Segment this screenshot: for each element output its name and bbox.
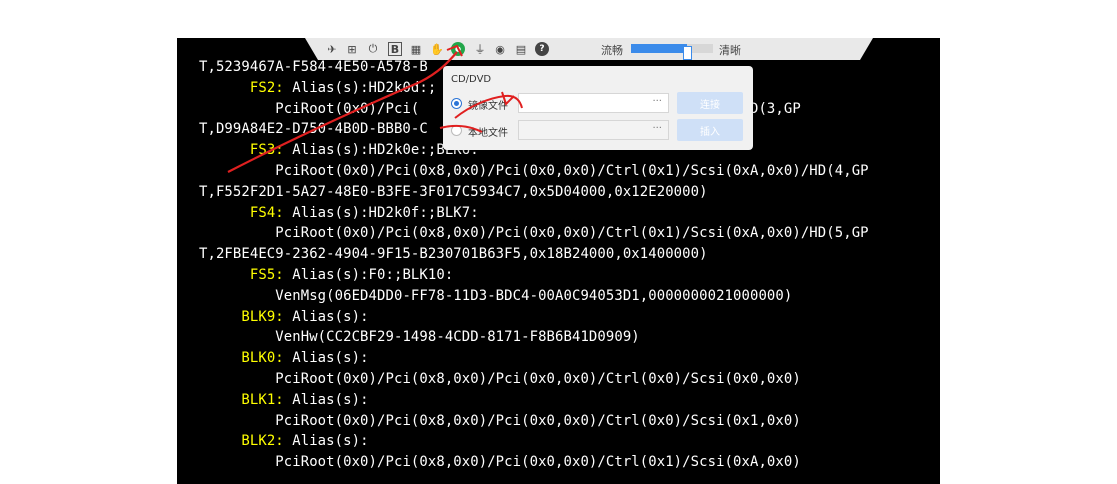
console-line: VenHw(CC2CBF29-1498-4CDD-8171-F8B6B41D09… [199,328,640,346]
remote-toolbar: ✈ ⊞ ⏻ B ▦ ✋ ● ⏚ ◉ ▤ ? 流畅 清晰 [305,38,873,60]
console-line-text: PciRoot(0x0)/Pci(0x8,0x0)/Pci(0x0,0x0)/C… [275,412,801,429]
console-line: PciRoot(0x0)/Pci(0x8,0x0)/Pci(0x0,0x0)/C… [199,412,801,430]
console-line-text: Alias(s):HD2k0d:; [283,79,437,96]
b-icon[interactable]: B [388,42,402,56]
image-browse-icon[interactable]: ··· [652,96,662,107]
device-alias-label: FS5: [249,267,284,283]
screenshot-icon[interactable]: ▦ [409,42,423,56]
connect-button[interactable]: 连接 [677,92,743,114]
console-line: BLK9: Alias(s): [199,308,369,326]
console-line-text: PciRoot(0x0)/Pci(0x8,0x0)/Pci(0x0,0x0)/C… [275,371,801,387]
quality-slider-fill [631,44,687,53]
pin-icon[interactable]: ✈ [325,42,339,56]
console-line: BLK0: Alias(s): [199,349,369,367]
console-line: BLK2: Alias(s): [199,432,369,450]
console-line-text: VenHw(CC2CBF29-1498-4CDD-8171-F8B6B41D09… [275,329,640,346]
device-alias-label: FS3: [249,142,284,159]
insert-button[interactable]: 插入 [677,119,743,141]
device-alias-label: BLK9: [241,308,284,325]
console-line-text: Alias(s):HD2k0f:;BLK7: [283,204,479,221]
console-line: T,2FBE4EC9-2362-4904-9F15-B230701B63F5,0… [199,245,708,263]
device-alias-label: BLK1: [241,391,284,408]
local-file-radio[interactable] [451,125,462,136]
local-browse-icon[interactable]: ··· [652,123,662,134]
popup-title: CD/DVD [451,74,492,85]
console-line: PciRoot(0x0)/Pci(0x8,0x0)/Pci(0x0,0x0)/C… [199,162,869,180]
console-line: FS5: Alias(s):F0:;BLK10: [199,266,453,284]
console-line-text: VenMsg(06ED4DD0-FF78-11D3-BDC4-00A0C9405… [275,287,793,304]
console-line: FS2: Alias(s):HD2k0d:; [199,79,436,97]
console-line-text: PciRoot(0x0)/Pci(0x8,0x0)/Pci(0x0,0x0)/C… [275,225,869,242]
image-file-radio[interactable] [451,98,462,109]
device-alias-label: BLK0: [241,350,284,367]
console-line: T,F552F2D1-5A27-48E0-B3FE-3F017C5934C7,0… [199,183,708,201]
console-line-text: T,D99A84E2-D750-4B0D-BBB0-C [199,121,428,138]
keyboard-icon[interactable]: ▤ [514,42,528,56]
console-line: VenMsg(06ED4DD0-FF78-11D3-BDC4-00A0C9405… [199,287,792,305]
hand-icon[interactable]: ✋ [430,42,444,56]
console-line: T,5239467A-F584-4E50-A578-B [199,58,428,76]
quality-slider-handle[interactable] [682,46,692,60]
console-line-text: Alias(s): [283,391,369,408]
record-icon[interactable]: ◉ [493,42,507,56]
local-file-label: 本地文件 [468,128,508,139]
power-icon[interactable]: ⏻ [366,42,380,56]
console-line: PciRoot(0x0)/Pci(0x8,0x0)/Pci(0x0,0x0)/C… [199,370,801,388]
image-file-input[interactable]: ··· [518,93,669,113]
speed-label: 流畅 [601,44,623,57]
console-line-text: Alias(s):F0:;BLK10: [283,267,454,283]
console-line-text: T,5239467A-F584-4E50-A578-B [199,59,428,75]
console-line: BLK1: Alias(s): [199,391,369,409]
image-file-label: 镜像文件 [468,101,508,112]
console-line-text: PciRoot(0x0)/Pci(0x8,0x0)/Pci(0x0,0x0)/C… [275,163,869,179]
help-icon[interactable]: ? [535,42,549,56]
usb-icon[interactable]: ⏚ [473,42,487,56]
device-alias-label: FS2: [249,79,284,96]
console-line-text: Alias(s): [283,308,369,325]
console-line-text: Alias(s): [283,350,369,367]
console-line-text: T,2FBE4EC9-2362-4904-9F15-B230701B63F5,0… [199,246,708,263]
cd-dvd-popup: CD/DVD 镜像文件 ··· 连接 本地文件 ··· 插入 [443,66,753,150]
clarity-label: 清晰 [719,44,741,57]
console-line: T,D99A84E2-D750-4B0D-BBB0-C [199,120,428,138]
console-line-text: Alias(s): [283,433,369,450]
console-line: PciRoot(0x0)/Pci(0x8,0x0)/Pci(0x0,0x0)/C… [199,224,869,242]
console-line-text: PciRoot(0x0)/Pci(0x8,0x0)/Pci(0x0,0x0)/C… [275,454,801,471]
console-line-text: T,F552F2D1-5A27-48E0-B3FE-3F017C5934C7,0… [199,183,708,200]
cdrom-icon[interactable]: ● [451,42,465,56]
local-file-input[interactable]: ··· [518,120,669,140]
device-alias-label: BLK2: [241,433,284,450]
console-line: PciRoot(0x0)/Pci(0x8,0x0)/Pci(0x0,0x0)/C… [199,453,801,471]
device-alias-label: FS4: [249,204,284,221]
console-line: FS3: Alias(s):HD2k0e:;BLK6: [199,141,479,159]
quality-slider[interactable] [631,44,713,60]
console-line: FS4: Alias(s):HD2k0f:;BLK7: [199,204,479,222]
fullscreen-icon[interactable]: ⊞ [345,42,359,56]
